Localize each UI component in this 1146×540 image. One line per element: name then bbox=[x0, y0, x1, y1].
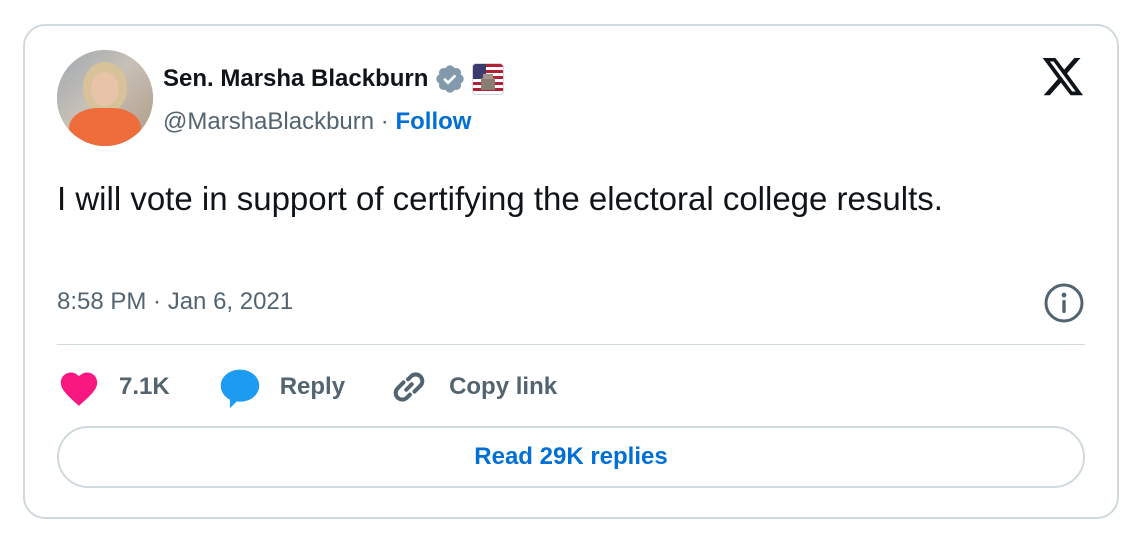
tweet-text: I will vote in support of certifying the… bbox=[57, 180, 943, 217]
speech-bubble-icon bbox=[220, 369, 259, 409]
link-icon bbox=[393, 372, 425, 402]
tweet-card: Sen. Marsha Blackburn @MarshaBlackburn ·… bbox=[23, 24, 1119, 519]
divider bbox=[57, 344, 1085, 345]
follow-button[interactable]: Follow bbox=[395, 108, 471, 135]
info-icon[interactable] bbox=[1043, 282, 1085, 324]
reply-label: Reply bbox=[279, 373, 346, 400]
us-flag-badge-icon bbox=[472, 63, 505, 95]
heart-icon bbox=[60, 372, 98, 406]
author-handle-row: @MarshaBlackburn · Follow bbox=[163, 108, 471, 136]
like-count: 7.1K bbox=[119, 373, 170, 400]
reply-button[interactable]: Reply bbox=[218, 365, 345, 409]
read-replies-button[interactable]: Read 29K replies bbox=[57, 426, 1085, 488]
copy-link-button[interactable]: Copy link bbox=[387, 365, 557, 409]
author-name[interactable]: Sen. Marsha Blackburn bbox=[163, 65, 428, 93]
x-logo-icon[interactable] bbox=[1041, 58, 1085, 98]
author-name-row: Sen. Marsha Blackburn bbox=[163, 63, 505, 95]
author-handle[interactable]: @MarshaBlackburn bbox=[163, 108, 374, 135]
action-bar: 7.1K Reply Copy link bbox=[57, 364, 557, 410]
copy-link-label: Copy link bbox=[449, 373, 558, 400]
tweet-timestamp[interactable]: 8:58 PM · Jan 6, 2021 bbox=[57, 288, 293, 316]
like-button[interactable]: 7.1K bbox=[57, 367, 170, 407]
verified-badge-icon bbox=[434, 63, 466, 95]
avatar[interactable] bbox=[57, 50, 153, 146]
separator: · bbox=[374, 108, 396, 135]
